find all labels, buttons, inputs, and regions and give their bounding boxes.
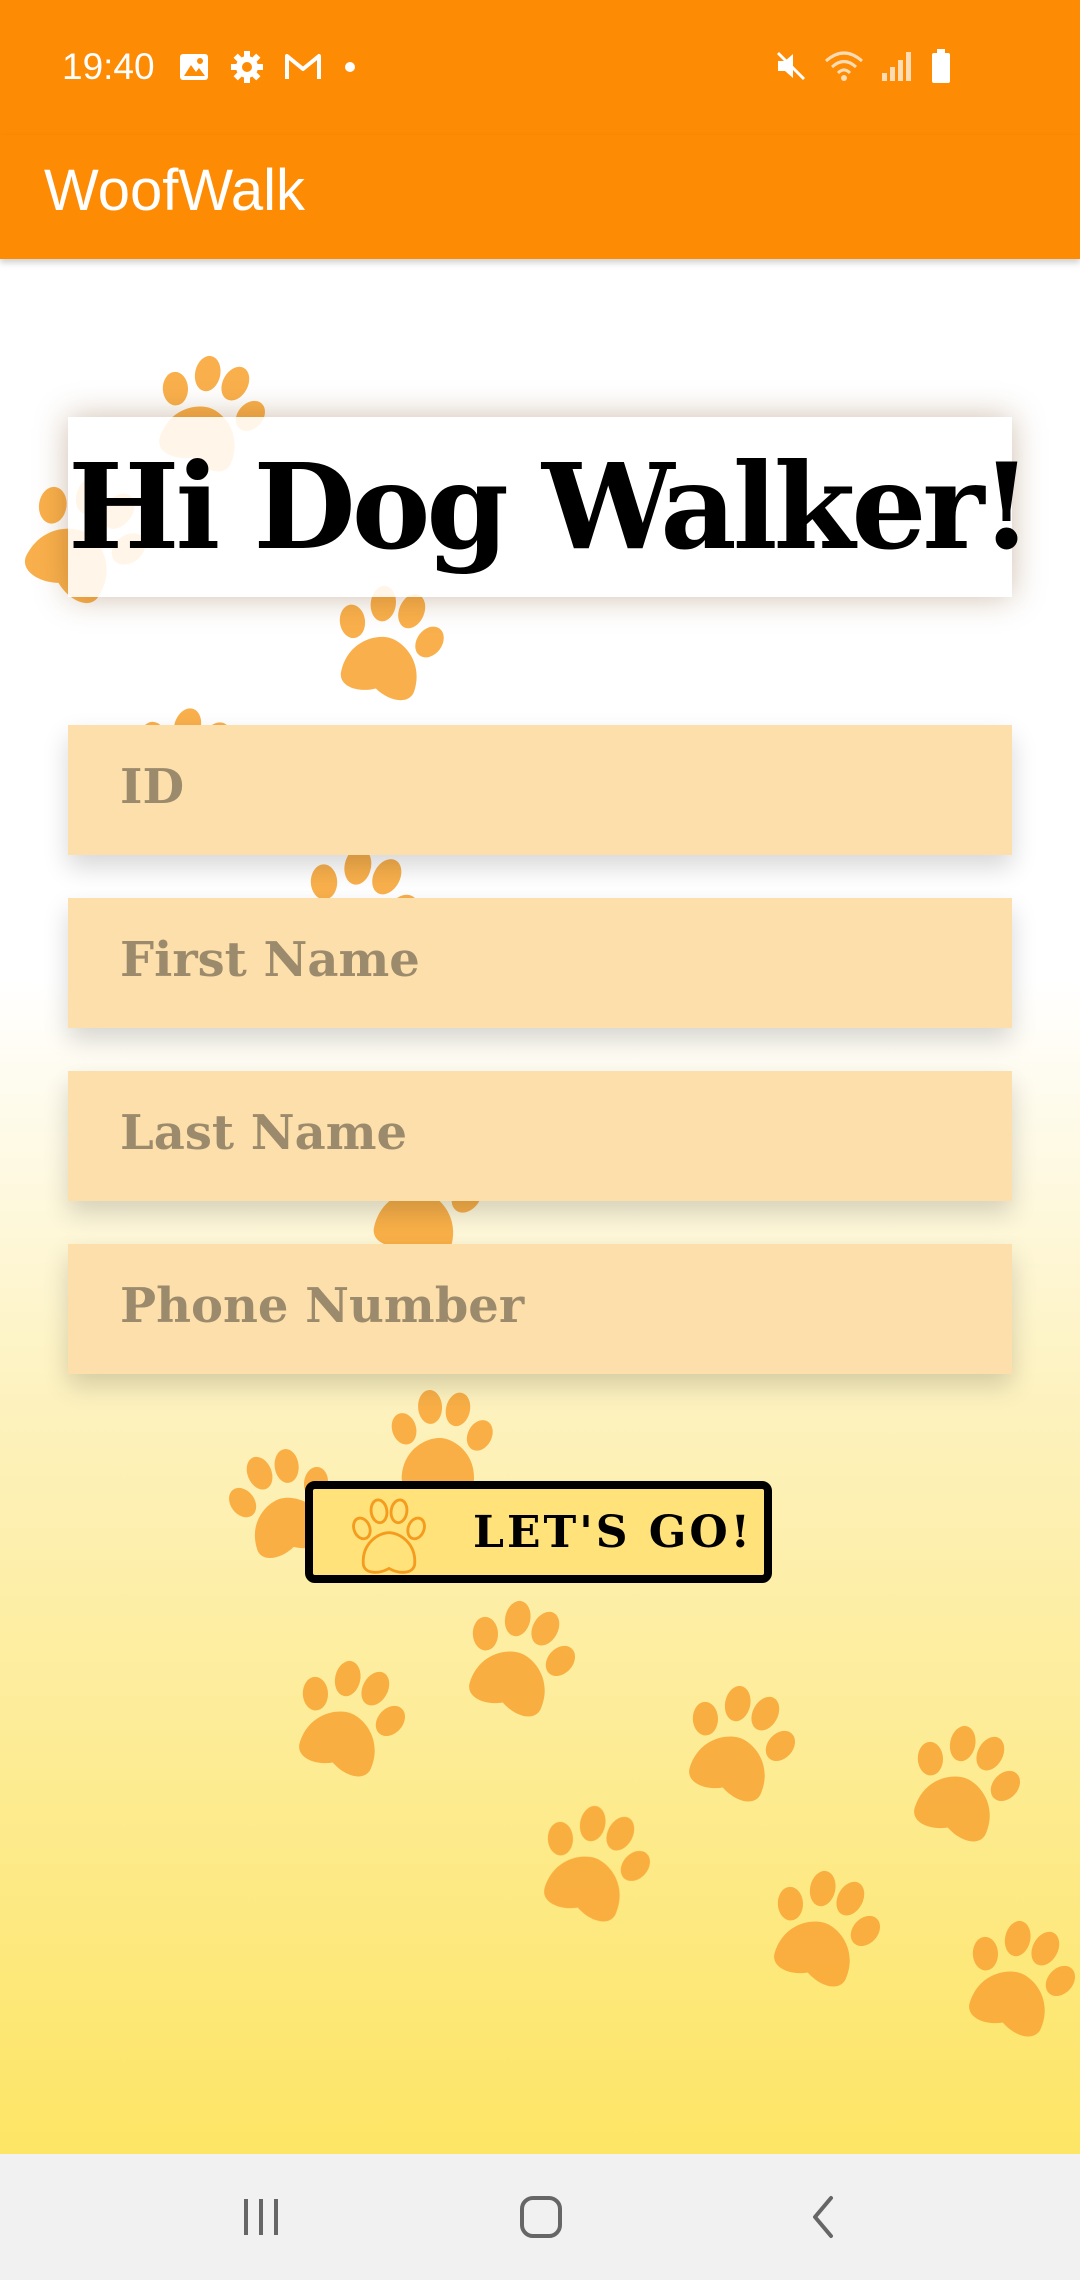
battery-icon bbox=[932, 49, 950, 83]
id-field-placeholder: ID bbox=[120, 759, 185, 815]
notification-icons bbox=[178, 50, 358, 84]
main-content: Hi Dog Walker! ID First Name Last Name P… bbox=[0, 259, 1080, 2154]
status-bar: 19:40 bbox=[0, 0, 1080, 135]
home-button[interactable] bbox=[506, 2189, 576, 2245]
wifi-icon bbox=[825, 51, 863, 81]
paw-icon bbox=[352, 1498, 426, 1574]
page-title: Hi Dog Walker! bbox=[68, 437, 1032, 576]
recents-icon bbox=[244, 2199, 278, 2235]
headline-banner: Hi Dog Walker! bbox=[68, 417, 1032, 597]
app-bar: WoofWalk bbox=[0, 135, 1080, 259]
mute-icon bbox=[776, 51, 806, 81]
last-name-field-placeholder: Last Name bbox=[120, 1105, 408, 1161]
dot-icon bbox=[345, 62, 355, 72]
id-field[interactable]: ID bbox=[68, 725, 1012, 855]
first-name-field-placeholder: First Name bbox=[120, 932, 420, 988]
phone-number-field-placeholder: Phone Number bbox=[120, 1278, 525, 1334]
signal-icon bbox=[882, 52, 911, 81]
system-icons bbox=[774, 48, 952, 84]
app-title: WoofWalk bbox=[44, 158, 306, 223]
lets-go-label: LET'S GO! bbox=[473, 1507, 753, 1558]
image-icon bbox=[180, 54, 208, 80]
first-name-field[interactable]: First Name bbox=[68, 898, 1012, 1028]
lets-go-button[interactable]: LET'S GO! bbox=[305, 1481, 772, 1583]
recents-button[interactable] bbox=[226, 2189, 296, 2245]
navigation-bar bbox=[0, 2154, 1080, 2280]
back-icon bbox=[813, 2196, 833, 2238]
gmail-icon bbox=[285, 54, 321, 79]
phone-number-field[interactable]: Phone Number bbox=[68, 1244, 1012, 1374]
home-icon bbox=[520, 2196, 562, 2238]
status-time: 19:40 bbox=[62, 46, 155, 87]
back-button[interactable] bbox=[788, 2189, 858, 2245]
gear-icon bbox=[231, 51, 263, 83]
last-name-field[interactable]: Last Name bbox=[68, 1071, 1012, 1201]
